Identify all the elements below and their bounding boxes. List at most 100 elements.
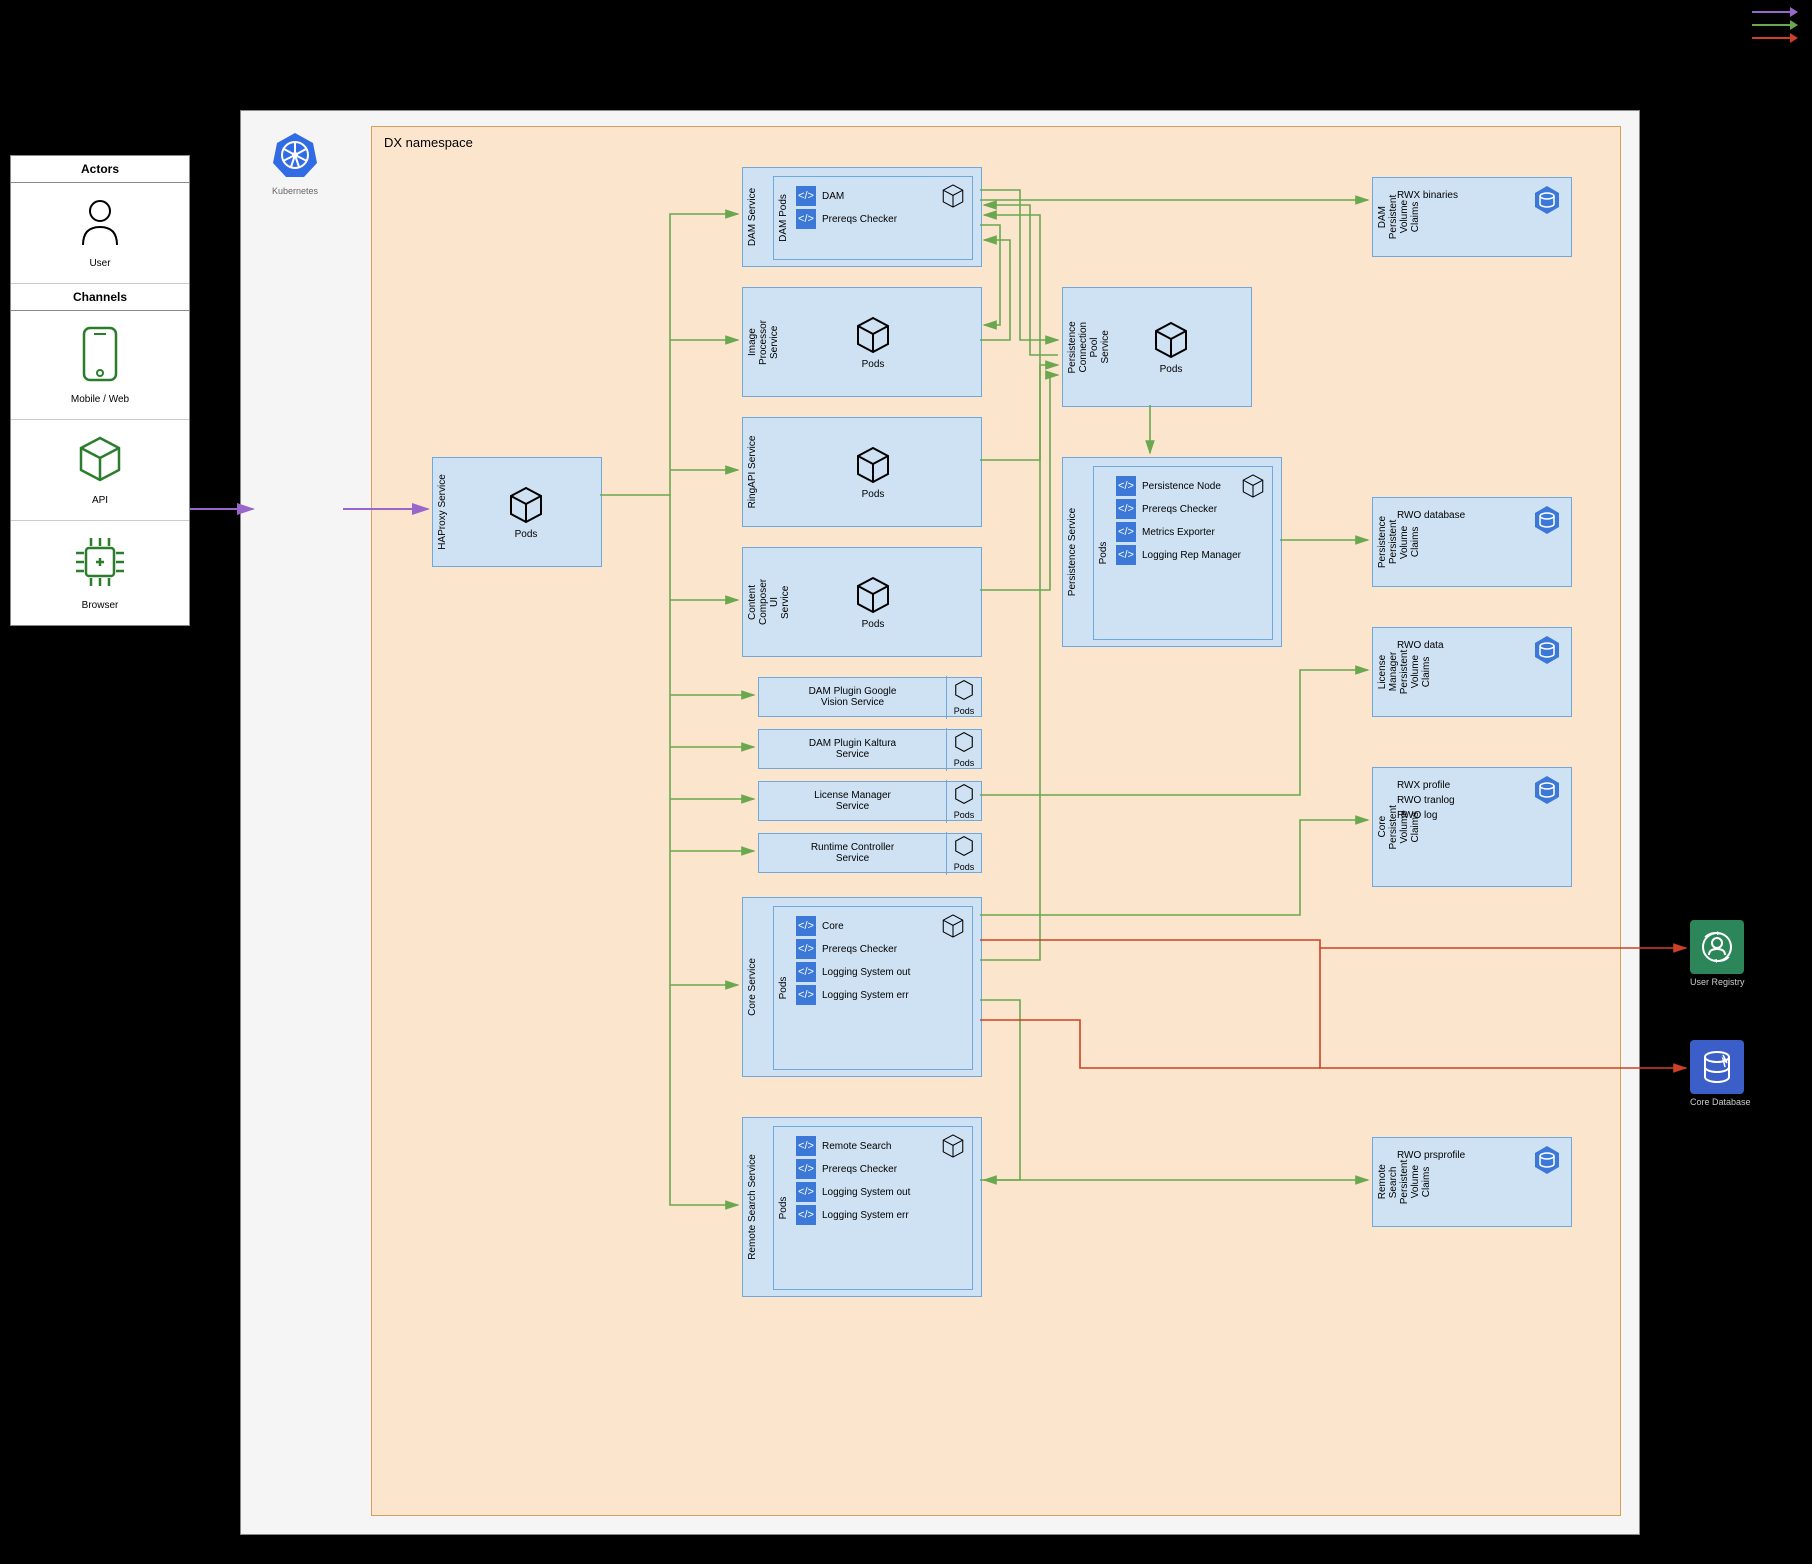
cube-icon <box>1240 473 1266 499</box>
license-manager-label: License Manager Service <box>759 786 946 816</box>
rs-item-2: Logging System out <box>822 1187 910 1198</box>
core-label: Core Service <box>747 958 758 1016</box>
dam-item-0: DAM <box>822 191 844 202</box>
sidebar-api: API <box>11 420 189 521</box>
persistence-label: Persistence Service <box>1067 508 1078 596</box>
main-panel: Kubernetes DX namespace HAProxy Service … <box>240 110 1640 1535</box>
sidebar-mobile-label: Mobile / Web <box>11 394 189 405</box>
conn-pool-label: Persistence Connection Pool Service <box>1067 318 1111 377</box>
cube-icon <box>853 575 893 615</box>
legend-outbound: external traffic outbound <box>1639 32 1792 43</box>
cube-icon <box>940 183 966 209</box>
persistence-pods-label: Pods <box>1098 542 1109 565</box>
haproxy-pods: Pods <box>515 529 538 540</box>
sidebar-user: User <box>11 183 189 284</box>
canvas: external traffic inbound internal traffi… <box>0 0 1812 1564</box>
core-pvc-item-1: RWO tranlog <box>1397 795 1563 806</box>
persistence-pvc-item-0: RWO database <box>1397 510 1563 521</box>
k8s-label: Kubernetes <box>271 186 319 196</box>
legend: external traffic inbound internal traffi… <box>1639 6 1792 45</box>
user-registry: User Registry <box>1690 920 1745 987</box>
content-composer-pods: Pods <box>862 619 885 630</box>
legend-inbound-label: external traffic inbound <box>1645 6 1746 17</box>
image-processor-pods: Pods <box>862 359 885 370</box>
haproxy-label: HAProxy Service <box>437 474 448 550</box>
code-icon: </> <box>796 916 816 936</box>
remote-search-pvc: Remote Search Persistent Volume Claims R… <box>1372 1137 1572 1227</box>
remote-search-pods-label: Pods <box>778 1197 789 1220</box>
core-item-2: Logging System out <box>822 967 910 978</box>
content-composer-service: Content Composer UI Service Pods <box>742 547 982 657</box>
cube-icon <box>1151 320 1191 360</box>
license-pvc-label: License Manager Persistent Volume Claims <box>1377 650 1432 694</box>
dam-pods-label: DAM Pods <box>778 194 789 242</box>
cube-icon <box>853 445 893 485</box>
legend-internal: internal traffic <box>1639 19 1792 30</box>
sidebar-mobile-web: Mobile / Web <box>11 311 189 420</box>
code-icon: </> <box>1116 499 1136 519</box>
code-icon: </> <box>1116 545 1136 565</box>
rs-item-1: Prereqs Checker <box>822 1164 897 1175</box>
image-processor-label: Image Processor Service <box>747 315 780 369</box>
dam-item-1: Prereqs Checker <box>822 214 897 225</box>
pers-item-3: Logging Rep Manager <box>1142 550 1241 561</box>
user-registry-icon <box>1697 927 1737 967</box>
remote-search-service: Remote Search Service Pods </> Remote Sea… <box>742 1117 982 1297</box>
kubernetes-icon <box>271 131 319 179</box>
connection-pool-service: Persistence Connection Pool Service Pods <box>1062 287 1252 407</box>
code-icon: </> <box>796 1205 816 1225</box>
dx-namespace: DX namespace HAProxy Service Pods DAM Se… <box>371 126 1621 1516</box>
cube-icon <box>953 731 975 753</box>
legend-outbound-line <box>1752 37 1792 39</box>
kaltura-pods: Pods <box>953 758 975 768</box>
content-composer-label: Content Composer UI Service <box>747 575 791 629</box>
k8s-logo: Kubernetes <box>271 131 319 196</box>
mobile-icon <box>81 325 119 388</box>
sidebar-browser-label: Browser <box>11 600 189 611</box>
ringapi-label: RingAPI Service <box>747 436 758 509</box>
code-icon: </> <box>796 939 816 959</box>
google-vision-label: DAM Plugin Google Vision Service <box>759 682 946 712</box>
license-manager-service: License Manager Service Pods <box>758 781 982 821</box>
legend-inbound-line <box>1752 11 1792 13</box>
core-item-3: Logging System err <box>822 990 909 1001</box>
kaltura-service: DAM Plugin Kaltura Service Pods <box>758 729 982 769</box>
gv-pods: Pods <box>953 706 975 716</box>
google-vision-service: DAM Plugin Google Vision Service Pods <box>758 677 982 717</box>
core-item-1: Prereqs Checker <box>822 944 897 955</box>
code-icon: </> <box>796 962 816 982</box>
api-icon <box>75 434 125 489</box>
legend-inbound: external traffic inbound <box>1639 6 1792 17</box>
rs-item-0: Remote Search <box>822 1141 891 1152</box>
core-database-label: Core Database <box>1690 1097 1751 1107</box>
image-processor-service: Image Processor Service Pods <box>742 287 982 397</box>
code-icon: </> <box>796 209 816 229</box>
dam-pvc: DAM Persistent Volume Claims RWX binarie… <box>1372 177 1572 257</box>
code-icon: </> <box>796 186 816 206</box>
cube-icon <box>853 315 893 355</box>
sidebar-browser: Browser <box>11 521 189 625</box>
browser-icon <box>73 535 127 594</box>
namespace-title: DX namespace <box>384 135 473 150</box>
pers-item-0: Persistence Node <box>1142 481 1221 492</box>
user-icon <box>77 197 123 252</box>
rs-item-3: Logging System err <box>822 1210 909 1221</box>
cube-icon <box>953 679 975 701</box>
remote-search-pvc-label: Remote Search Persistent Volume Claims <box>1377 1160 1432 1204</box>
core-database: Core Database <box>1690 1040 1751 1107</box>
rc-pods: Pods <box>953 862 975 872</box>
core-pvc-item-2: RWO log <box>1397 810 1563 821</box>
core-service: Core Service Pods </>Core </>Prereqs Che… <box>742 897 982 1077</box>
ringapi-pods: Pods <box>862 489 885 500</box>
lm-pods: Pods <box>953 810 975 820</box>
core-pods-label: Pods <box>778 977 789 1000</box>
cube-icon <box>940 1133 966 1159</box>
conn-pool-pods: Pods <box>1160 364 1183 375</box>
remote-search-label: Remote Search Service <box>747 1154 758 1260</box>
sidebar-actors-header: Actors <box>11 156 189 183</box>
sidebar-channels-header: Channels <box>11 284 189 311</box>
haproxy-service: HAProxy Service Pods <box>432 457 602 567</box>
runtime-controller-label: Runtime Controller Service <box>759 838 946 868</box>
cube-icon <box>953 835 975 857</box>
legend-outbound-label: external traffic outbound <box>1639 32 1746 43</box>
